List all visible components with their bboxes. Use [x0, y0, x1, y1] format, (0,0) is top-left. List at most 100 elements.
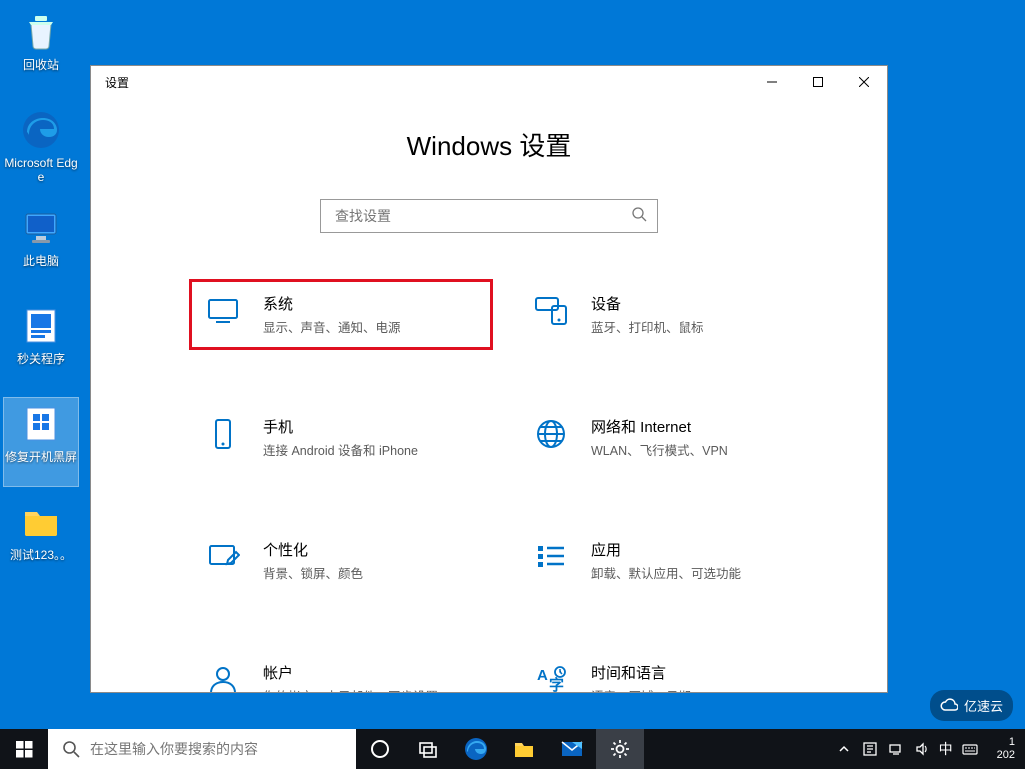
- taskbar-spacer: [644, 729, 827, 769]
- clock-date: 202: [997, 749, 1015, 762]
- person-icon: [205, 662, 241, 692]
- app-icon: [19, 402, 63, 446]
- desktop-icon-recycle-bin[interactable]: 回收站: [4, 6, 78, 94]
- taskbar-mail[interactable]: [548, 729, 596, 769]
- category-title: 应用: [591, 539, 741, 560]
- window-titlebar[interactable]: 设置: [91, 66, 887, 98]
- watermark: 亿速云: [930, 690, 1013, 721]
- category-subtitle: 你的帐户、电子邮件、同步设置、工作、家庭: [263, 689, 453, 692]
- recycle-bin-icon: [19, 10, 63, 54]
- desktop-icon-label: Microsoft Edge: [4, 156, 78, 184]
- desktop[interactable]: 回收站 Microsoft Edge 此电脑 秒关程序 修复开机黑屏: [0, 0, 1025, 769]
- desktop-icon-label: 秒关程序: [17, 352, 65, 366]
- system-icon: [205, 293, 241, 329]
- desktop-icon-edge[interactable]: Microsoft Edge: [4, 104, 78, 192]
- globe-icon: [533, 416, 569, 452]
- taskbar-explorer[interactable]: [500, 729, 548, 769]
- volume-icon[interactable]: [913, 740, 931, 758]
- desktop-icon-label: 测试123。。: [10, 548, 72, 562]
- category-subtitle: 显示、声音、通知、电源: [263, 320, 401, 336]
- desktop-icon-seconds-close[interactable]: 秒关程序: [4, 300, 78, 388]
- category-apps[interactable]: 应用 卸载、默认应用、可选功能: [519, 527, 819, 594]
- cloud-icon: [940, 697, 958, 715]
- category-subtitle: 背景、锁屏、颜色: [263, 566, 363, 582]
- mail-icon: [560, 737, 584, 761]
- category-title: 设备: [591, 293, 704, 314]
- category-title: 网络和 Internet: [591, 416, 728, 437]
- edge-icon: [19, 108, 63, 152]
- category-subtitle: WLAN、飞行模式、VPN: [591, 443, 728, 459]
- maximize-button[interactable]: [795, 66, 841, 98]
- category-phone[interactable]: 手机 连接 Android 设备和 iPhone: [191, 404, 491, 471]
- taskbar: 中 1 202: [0, 729, 1025, 769]
- monitor-icon: [19, 206, 63, 250]
- phone-icon: [205, 416, 241, 452]
- network-icon[interactable]: [887, 740, 905, 758]
- keyboard-icon[interactable]: [961, 740, 979, 758]
- category-accounts[interactable]: 帐户 你的帐户、电子邮件、同步设置、工作、家庭: [191, 650, 491, 692]
- category-subtitle: 卸载、默认应用、可选功能: [591, 566, 741, 582]
- desktop-icons-column: 回收站 Microsoft Edge 此电脑 秒关程序 修复开机黑屏: [4, 6, 78, 594]
- close-icon: [859, 77, 869, 87]
- category-subtitle: 蓝牙、打印机、鼠标: [591, 320, 704, 336]
- window-title: 设置: [105, 74, 129, 91]
- taskbar-taskview[interactable]: [404, 729, 452, 769]
- app-icon: [19, 304, 63, 348]
- svg-text:字: 字: [549, 676, 564, 692]
- close-button[interactable]: [841, 66, 887, 98]
- category-subtitle: 连接 Android 设备和 iPhone: [263, 443, 418, 459]
- settings-body: Windows 设置 系统 显示、声音、通知、电源: [91, 98, 887, 692]
- minimize-icon: [767, 77, 777, 87]
- watermark-text: 亿速云: [964, 696, 1003, 715]
- settings-search-input[interactable]: [335, 208, 631, 224]
- desktop-icon-label: 此电脑: [23, 254, 59, 268]
- search-icon: [62, 740, 80, 758]
- start-button[interactable]: [0, 729, 48, 769]
- edge-icon: [464, 737, 488, 761]
- category-devices[interactable]: 设备 蓝牙、打印机、鼠标: [519, 281, 819, 348]
- category-title: 手机: [263, 416, 418, 437]
- tray-app-icon[interactable]: [861, 740, 879, 758]
- desktop-icon-label: 回收站: [23, 58, 59, 72]
- minimize-button[interactable]: [749, 66, 795, 98]
- titlebar-buttons: [749, 66, 887, 98]
- windows-logo-icon: [16, 741, 33, 758]
- clock-time: 1: [997, 736, 1015, 749]
- settings-search[interactable]: [320, 199, 658, 233]
- settings-window: 设置 Windows 设置: [90, 65, 888, 693]
- gear-icon: [609, 738, 631, 760]
- taskbar-search[interactable]: [48, 729, 356, 769]
- folder-icon: [19, 500, 63, 544]
- category-network[interactable]: 网络和 Internet WLAN、飞行模式、VPN: [519, 404, 819, 471]
- time-language-icon: A字: [533, 662, 569, 692]
- maximize-icon: [813, 77, 823, 87]
- devices-icon: [533, 293, 569, 329]
- desktop-icon-label: 修复开机黑屏: [5, 450, 77, 464]
- taskview-icon: [418, 739, 438, 759]
- taskbar-search-input[interactable]: [90, 741, 342, 757]
- taskbar-edge[interactable]: [452, 729, 500, 769]
- apps-list-icon: [533, 539, 569, 575]
- desktop-icon-this-pc[interactable]: 此电脑: [4, 202, 78, 290]
- category-title: 帐户: [263, 662, 453, 683]
- taskbar-cortana[interactable]: [356, 729, 404, 769]
- ime-indicator[interactable]: 中: [939, 739, 953, 759]
- category-time-language[interactable]: A字 时间和语言 语音、区域、日期: [519, 650, 819, 692]
- paintbrush-icon: [205, 539, 241, 575]
- category-subtitle: 语音、区域、日期: [591, 689, 691, 692]
- chevron-up-icon[interactable]: [835, 740, 853, 758]
- system-tray[interactable]: 中: [827, 729, 987, 769]
- category-system[interactable]: 系统 显示、声音、通知、电源: [191, 281, 491, 348]
- category-title: 系统: [263, 293, 401, 314]
- category-title: 时间和语言: [591, 662, 691, 683]
- circle-icon: [370, 739, 390, 759]
- category-title: 个性化: [263, 539, 363, 560]
- taskbar-settings[interactable]: [596, 729, 644, 769]
- desktop-icon-test-folder[interactable]: 测试123。。: [4, 496, 78, 584]
- folder-icon: [513, 738, 535, 760]
- desktop-icon-fix-blackscreen[interactable]: 修复开机黑屏: [4, 398, 78, 486]
- search-icon: [631, 206, 647, 227]
- taskbar-clock[interactable]: 1 202: [987, 729, 1025, 769]
- category-personalization[interactable]: 个性化 背景、锁屏、颜色: [191, 527, 491, 594]
- svg-text:A: A: [537, 667, 548, 684]
